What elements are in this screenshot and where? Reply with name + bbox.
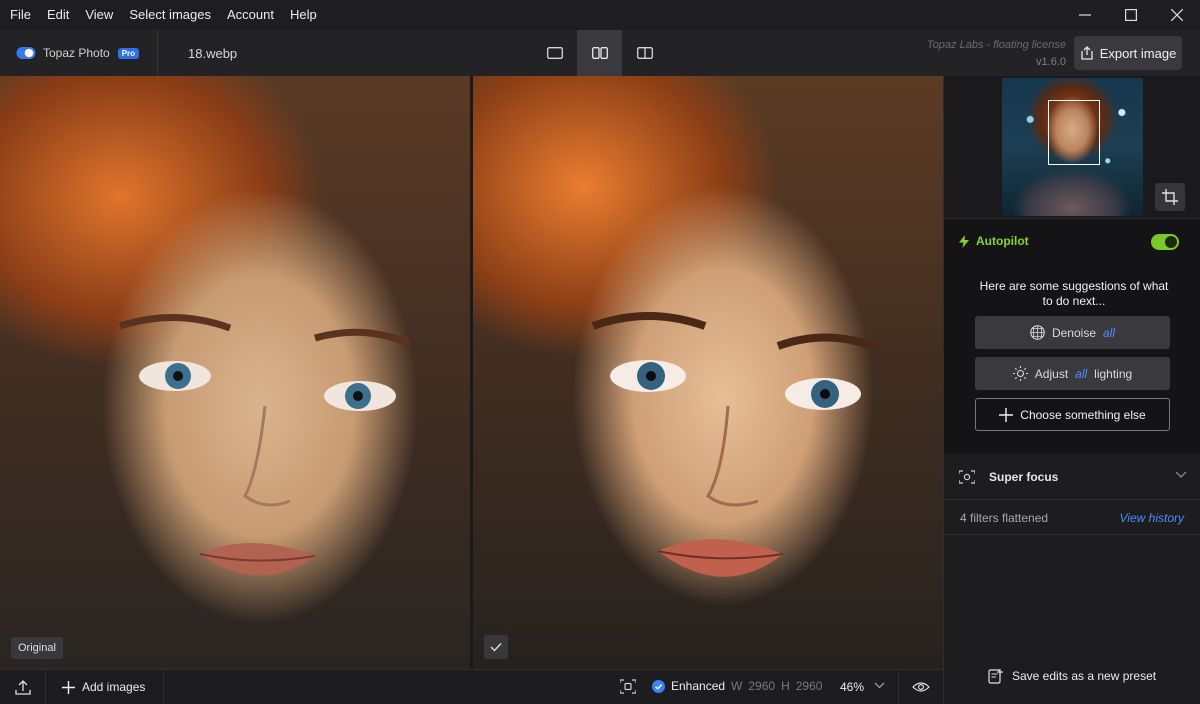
original-image: Original xyxy=(0,76,470,669)
plus-icon xyxy=(62,680,75,694)
focus-icon xyxy=(959,469,975,484)
adjust-lighting-button[interactable]: Adjust all lighting xyxy=(975,357,1170,390)
autopilot-header: Autopilot xyxy=(959,234,1029,248)
denoise-all-button[interactable]: Denoise all xyxy=(975,316,1170,349)
eye-icon xyxy=(912,682,930,692)
single-view-button[interactable] xyxy=(532,30,577,76)
save-preset-button[interactable]: Save edits as a new preset xyxy=(988,668,1156,684)
side-by-side-icon xyxy=(591,47,608,59)
menu-select-images[interactable]: Select images xyxy=(121,0,219,30)
check-circle-icon xyxy=(652,679,665,693)
license-text: Topaz Labs - floating license xyxy=(926,39,1066,51)
minimize-button[interactable] xyxy=(1062,0,1108,30)
check-icon xyxy=(490,643,502,652)
filters-flattened-text: 4 filters flattened xyxy=(960,511,1049,525)
menu-bar: File Edit View Select images Account Hel… xyxy=(0,0,1200,30)
maximize-button[interactable] xyxy=(1108,0,1154,30)
navigator-thumbnail[interactable] xyxy=(1002,78,1143,216)
maximize-icon xyxy=(1125,9,1137,21)
add-images-button[interactable]: Add images xyxy=(46,670,164,704)
face-focus-icon[interactable] xyxy=(620,679,636,694)
export-icon xyxy=(1081,46,1093,60)
plus-icon xyxy=(999,407,1014,422)
pro-badge: Pro xyxy=(117,47,140,59)
license-info: Topaz Labs - floating license v1.6.0 xyxy=(927,37,1066,71)
crop-icon xyxy=(1162,189,1178,205)
bottom-bar: Add images Enhanced W 2960 H 2960 46% xyxy=(0,669,943,704)
crop-button[interactable] xyxy=(1155,183,1185,211)
autopilot-title: Autopilot xyxy=(976,234,1029,248)
super-focus-section[interactable]: Super focus xyxy=(944,454,1200,500)
lightning-icon xyxy=(959,234,969,248)
save-preset-icon xyxy=(988,669,1003,684)
close-icon xyxy=(1171,9,1183,21)
adjust-scope: all xyxy=(1075,366,1088,381)
brand-name: Topaz Photo xyxy=(43,46,110,60)
adjust-target: lighting xyxy=(1094,366,1133,381)
export-image-label: Export image xyxy=(1099,45,1177,61)
upload-button[interactable] xyxy=(0,670,46,704)
autopilot-hint: Here are some suggestions of what to do … xyxy=(979,279,1169,308)
original-face-illustration xyxy=(118,313,412,576)
zoom-chevron-down-icon[interactable] xyxy=(874,682,885,689)
denoise-icon xyxy=(1030,325,1045,340)
autopilot-toggle[interactable] xyxy=(1151,234,1179,250)
view-history-link[interactable]: View history xyxy=(1120,511,1184,525)
navigator xyxy=(944,76,1200,218)
single-view-icon xyxy=(546,47,563,59)
export-image-button[interactable]: Export image xyxy=(1074,36,1182,70)
enhanced-check-badge xyxy=(484,635,508,659)
denoise-label: Denoise xyxy=(1051,325,1096,340)
original-label: Original xyxy=(11,637,63,659)
zoom-level[interactable]: 46% xyxy=(840,680,864,694)
chevron-down-icon xyxy=(1175,471,1187,478)
window-controls xyxy=(1062,0,1200,30)
menu-file[interactable]: File xyxy=(0,0,39,30)
topaz-logo-icon xyxy=(16,47,36,59)
preview-toggle-button[interactable] xyxy=(898,670,943,704)
height-value: 2960 xyxy=(795,679,823,693)
split-view-icon xyxy=(636,47,653,59)
version-text: v1.6.0 xyxy=(1036,56,1066,68)
close-button[interactable] xyxy=(1154,0,1200,30)
denoise-scope: all xyxy=(1103,325,1116,340)
history-row: 4 filters flattened View history xyxy=(944,500,1200,535)
height-label: H xyxy=(781,679,790,693)
save-preset-label: Save edits as a new preset xyxy=(1012,669,1157,683)
width-value: 2960 xyxy=(748,679,776,693)
file-name: 18.webp xyxy=(188,45,238,61)
add-images-label: Add images xyxy=(82,680,146,694)
image-canvas[interactable]: Original xyxy=(0,76,943,669)
choose-something-else-button[interactable]: Choose something else xyxy=(975,398,1170,431)
adjust-label: Adjust xyxy=(1034,366,1069,381)
menu-help[interactable]: Help xyxy=(282,0,325,30)
super-focus-label: Super focus xyxy=(989,469,1059,484)
right-sidebar: Autopilot Here are some suggestions of w… xyxy=(943,76,1200,704)
menu-account[interactable]: Account xyxy=(219,0,282,30)
enhanced-face-illustration xyxy=(591,312,880,577)
viewport-frame[interactable] xyxy=(1048,100,1100,165)
choose-label: Choose something else xyxy=(1020,407,1146,422)
view-mode-group xyxy=(532,30,667,76)
toolbar: Topaz Photo Pro 18.webp Topaz Labs - flo… xyxy=(0,30,1200,76)
autopilot-panel: Autopilot Here are some suggestions of w… xyxy=(944,218,1200,454)
width-label: W xyxy=(731,679,743,693)
upload-icon xyxy=(14,680,31,695)
status-label: Enhanced xyxy=(671,679,726,693)
menu-edit[interactable]: Edit xyxy=(39,0,77,30)
lighting-icon xyxy=(1012,366,1028,381)
split-view-button[interactable] xyxy=(622,30,667,76)
minimize-icon xyxy=(1079,14,1091,16)
image-status: Enhanced W 2960 H 2960 xyxy=(652,679,822,693)
brand: Topaz Photo Pro xyxy=(0,30,158,76)
enhanced-image xyxy=(473,76,943,669)
menu-view[interactable]: View xyxy=(77,0,121,30)
side-by-side-view-button[interactable] xyxy=(577,30,622,76)
